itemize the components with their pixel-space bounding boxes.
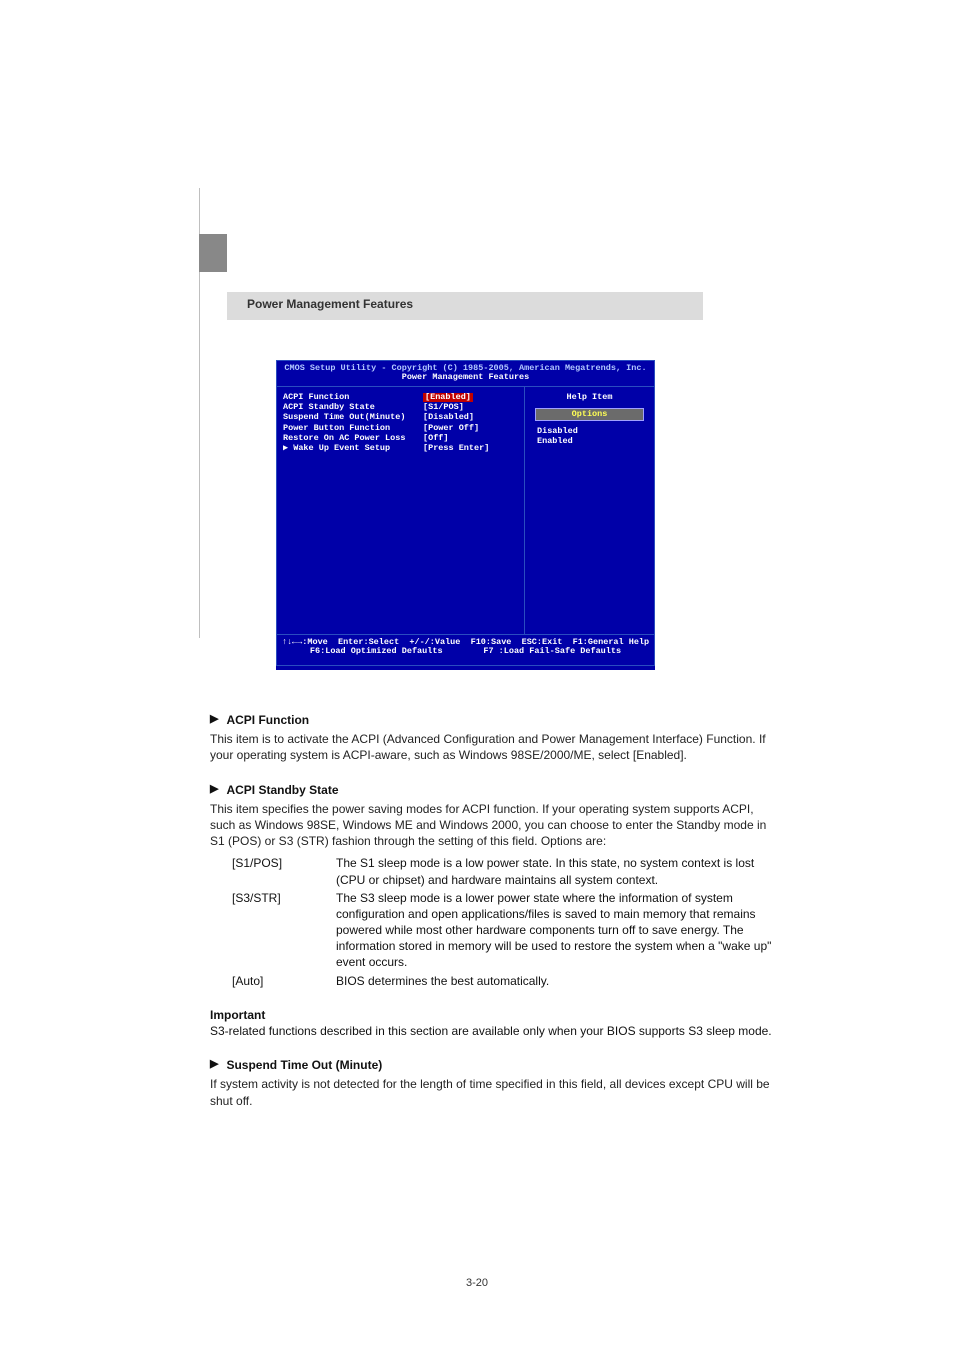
item-body: This item specifies the power saving mod… [210,801,778,850]
bios-screenshot: CMOS Setup Utility - Copyright (C) 1985-… [276,360,655,670]
option-desc: The S1 sleep mode is a low power state. … [336,855,778,887]
bios-help-panel: Help Item Options Disabled Enabled [525,387,654,634]
item-acpi-standby: ▶ ACPI Standby State This item specifies… [210,782,778,989]
option-row-s1: [S1/POS] The S1 sleep mode is a low powe… [210,855,778,887]
bios-body: ACPI Function [Enabled] ACPI Standby Sta… [276,386,655,634]
important-body: S3-related functions described in this s… [210,1023,778,1039]
bios-label: Power Button Function [283,424,423,433]
bios-value: [S1/POS] [423,403,464,412]
item-title: ACPI Function [226,712,309,728]
bios-label: ▶ Wake Up Event Setup [283,444,423,453]
item-body: If system activity is not detected for t… [210,1076,778,1108]
item-title: Suspend Time Out (Minute) [226,1057,382,1073]
triangle-bullet-icon: ▶ [210,1057,218,1072]
section-heading-bar: Power Management Features [227,292,703,320]
option-row-auto: [Auto] BIOS determines the best automati… [210,973,778,989]
triangle-bullet-icon: ▶ [210,782,218,797]
bios-value: [Power Off] [423,424,479,433]
bios-row-acpi-function: ACPI Function [Enabled] [283,393,518,402]
item-body: This item is to activate the ACPI (Advan… [210,731,778,763]
bios-label: ACPI Function [283,393,423,402]
bios-value-selected: [Enabled] [423,393,473,402]
section-marker [199,234,227,272]
item-acpi-function: ▶ ACPI Function This item is to activate… [210,712,778,764]
bios-title-line2: Power Management Features [277,373,654,382]
bios-label: Suspend Time Out(Minute) [283,413,423,422]
option-key: [S1/POS] [210,855,336,887]
bios-row-suspend-timeout: Suspend Time Out(Minute) [Disabled] [283,413,518,422]
bios-label: Restore On AC Power Loss [283,434,423,443]
bios-row-power-button: Power Button Function [Power Off] [283,424,518,433]
bios-value: [Off] [423,434,449,443]
option-desc: BIOS determines the best automatically. [336,973,778,989]
bios-footer-line2: F6:Load Optimized Defaults F7 :Load Fail… [277,647,654,656]
page-number: 3-20 [0,1277,954,1289]
bios-row-restore-ac: Restore On AC Power Loss [Off] [283,434,518,443]
bios-value: [Disabled] [423,413,474,422]
body-text: ▶ ACPI Function This item is to activate… [210,712,778,1127]
section-heading: Power Management Features [227,292,423,316]
option-desc: The S3 sleep mode is a lower power state… [336,890,778,971]
bios-footer: ↑↓←→:Move Enter:Select +/-/:Value F10:Sa… [276,634,655,666]
option-key: [Auto] [210,973,336,989]
option-row-s3: [S3/STR] The S3 sleep mode is a lower po… [210,890,778,971]
bios-help-title: Help Item [531,393,648,406]
triangle-bullet-icon: ▶ [210,712,218,727]
item-suspend-timeout: ▶ Suspend Time Out (Minute) If system ac… [210,1057,778,1109]
bios-row-standby-state: ACPI Standby State [S1/POS] [283,403,518,412]
bios-value: [Press Enter] [423,444,489,453]
bios-options-header: Options [535,408,644,421]
option-key: [S3/STR] [210,890,336,971]
item-title: ACPI Standby State [226,782,338,798]
bios-label: ACPI Standby State [283,403,423,412]
bios-option-enabled: Enabled [531,437,648,446]
bios-settings-panel: ACPI Function [Enabled] ACPI Standby Sta… [277,387,525,634]
bios-row-wake-up: ▶ Wake Up Event Setup [Press Enter] [283,444,518,453]
bios-title-bar: CMOS Setup Utility - Copyright (C) 1985-… [276,360,655,386]
important-label: Important [210,1007,778,1023]
